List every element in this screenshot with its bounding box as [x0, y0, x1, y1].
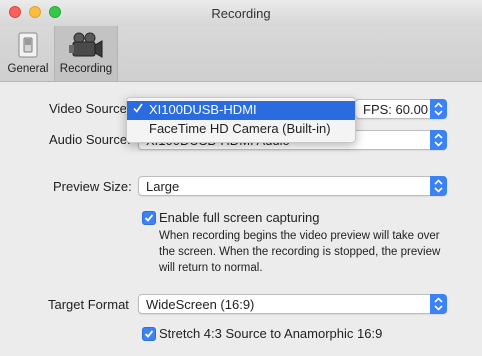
- switch-icon: [18, 32, 38, 61]
- stretch-checkbox[interactable]: [142, 327, 156, 341]
- preview-size-label: Preview Size:: [53, 179, 132, 194]
- tab-general[interactable]: General: [4, 26, 52, 81]
- preferences-window: Recording General Recording Video Source…: [0, 0, 482, 356]
- audio-source-label: Audio Source:: [49, 132, 131, 147]
- stretch-checkbox-label[interactable]: Stretch 4:3 Source to Anamorphic 16:9: [159, 326, 382, 341]
- window-title: Recording: [211, 6, 271, 21]
- fullscreen-checkbox[interactable]: [142, 211, 156, 225]
- video-source-dropdown-menu: XI100DUSB-HDMI FaceTime HD Camera (Built…: [126, 97, 356, 143]
- video-source-option-label: FaceTime HD Camera (Built-in): [149, 121, 331, 136]
- tab-recording-label: Recording: [59, 63, 113, 75]
- chevron-updown-icon: [430, 130, 447, 150]
- toolbar: General Recording: [0, 26, 482, 82]
- fps-popup[interactable]: FPS: 60.00: [355, 99, 447, 119]
- checkmark-icon: [144, 330, 154, 338]
- target-format-popup[interactable]: WideScreen (16:9): [138, 294, 447, 314]
- checkmark-icon: [144, 214, 154, 222]
- chevron-updown-icon: [430, 176, 447, 196]
- chevron-updown-icon: [430, 294, 447, 314]
- chevron-updown-icon: [430, 99, 447, 119]
- camera-icon: [68, 32, 104, 63]
- fullscreen-description: When recording begins the video preview …: [159, 230, 441, 274]
- tab-general-label: General: [7, 63, 49, 75]
- tab-recording[interactable]: Recording: [54, 26, 118, 81]
- target-format-value: WideScreen (16:9): [146, 297, 255, 312]
- preview-size-value: Large: [146, 179, 180, 194]
- fps-value: FPS: 60.00: [363, 102, 429, 117]
- video-source-option-label: XI100DUSB-HDMI: [149, 102, 257, 117]
- checkmark-icon: [133, 102, 143, 117]
- video-source-option-selected[interactable]: XI100DUSB-HDMI: [127, 101, 355, 120]
- video-source-label: Video Source: [49, 101, 127, 116]
- title-bar: Recording: [0, 0, 482, 26]
- video-source-option[interactable]: FaceTime HD Camera (Built-in): [127, 120, 355, 139]
- fullscreen-checkbox-label[interactable]: Enable full screen capturing: [159, 210, 319, 225]
- preview-size-popup[interactable]: Large: [138, 176, 447, 196]
- target-format-label: Target Format: [48, 297, 129, 312]
